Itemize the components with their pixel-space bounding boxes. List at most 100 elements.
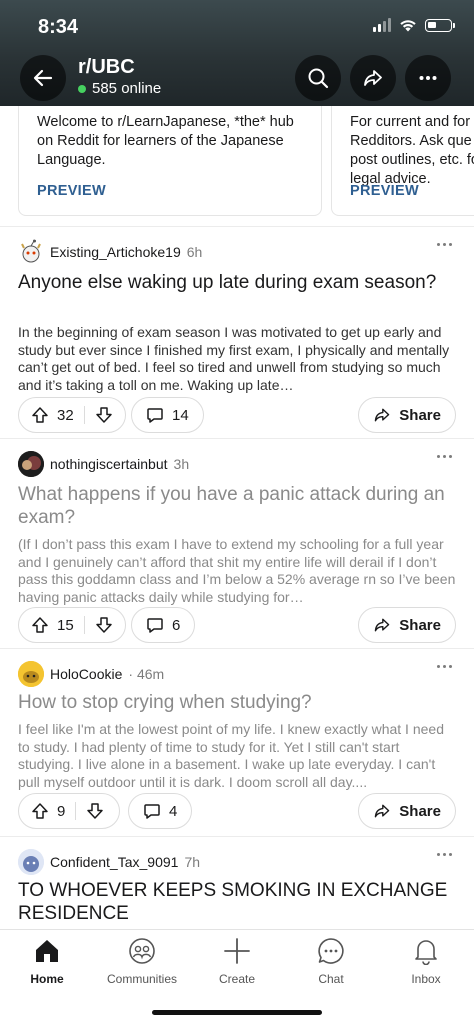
- tab-chat[interactable]: Chat: [284, 936, 378, 986]
- community-carousel[interactable]: Welcome to r/LearnJapanese, *the* hub on…: [0, 106, 474, 226]
- share-label: Share: [399, 406, 441, 424]
- post-more-button[interactable]: [437, 665, 452, 668]
- post-title[interactable]: TO WHOEVER KEEPS SMOKING IN EXCHANGE RES…: [18, 879, 458, 925]
- vote-count: 32: [57, 406, 74, 424]
- communities-icon: [129, 938, 155, 964]
- comment-icon: [147, 408, 163, 423]
- post-meta: HoloCookie · 46m: [18, 661, 164, 687]
- more-options-button[interactable]: [405, 55, 451, 101]
- battery-icon: [425, 18, 455, 32]
- home-indicator: [152, 1010, 322, 1015]
- card-description: Welcome to r/LearnJapanese, *the* hub on…: [37, 114, 294, 168]
- post-author[interactable]: Existing_Artichoke19: [50, 244, 181, 260]
- post-card[interactable]: Existing_Artichoke19 6h Anyone else waki…: [0, 226, 474, 438]
- share-subreddit-button[interactable]: [350, 55, 396, 101]
- chat-icon: [318, 938, 344, 964]
- search-icon: [308, 68, 329, 89]
- upvote-icon[interactable]: [31, 406, 49, 424]
- post-author[interactable]: nothingiscertainbut: [50, 456, 168, 472]
- profile-photo-icon: [18, 451, 44, 477]
- bell-icon: [415, 940, 437, 965]
- plus-icon: [224, 938, 250, 964]
- snoo-avatar-icon: [18, 661, 44, 687]
- home-icon: [36, 940, 58, 962]
- comment-count: 4: [169, 802, 178, 820]
- upvote-icon[interactable]: [31, 616, 49, 634]
- snoo-avatar-icon: [18, 849, 44, 875]
- community-card[interactable]: For current and for Redditors. Ask que p…: [331, 106, 474, 216]
- upvote-icon[interactable]: [31, 802, 49, 820]
- user-avatar[interactable]: [18, 849, 44, 875]
- comment-count: 6: [172, 616, 181, 634]
- share-icon: [364, 70, 382, 86]
- preview-link[interactable]: PREVIEW: [37, 183, 106, 199]
- status-icons: [373, 18, 455, 32]
- post-meta: Existing_Artichoke19 6h: [18, 239, 202, 265]
- community-card[interactable]: Welcome to r/LearnJapanese, *the* hub on…: [18, 106, 322, 216]
- downvote-icon[interactable]: [95, 406, 113, 424]
- online-count-text: 585 online: [92, 80, 162, 97]
- back-button[interactable]: [20, 55, 66, 101]
- search-button[interactable]: [295, 55, 341, 101]
- user-avatar[interactable]: [18, 451, 44, 477]
- tab-create[interactable]: Create: [190, 936, 284, 986]
- tab-home[interactable]: Home: [0, 936, 94, 986]
- subreddit-name[interactable]: r/UBC: [78, 56, 135, 79]
- post-time-value: 46m: [136, 666, 165, 682]
- user-avatar[interactable]: [18, 661, 44, 687]
- share-button[interactable]: Share: [358, 793, 456, 829]
- share-icon: [375, 618, 390, 632]
- vote-control: 32: [18, 397, 126, 433]
- preview-link[interactable]: PREVIEW: [350, 183, 419, 199]
- post-body[interactable]: I feel like I'm at the lowest point of m…: [18, 721, 458, 791]
- status-bar: 8:34: [0, 0, 474, 48]
- tab-label: Chat: [318, 972, 344, 986]
- share-button[interactable]: Share: [358, 397, 456, 433]
- post-actions: 15 6 Share: [18, 607, 456, 643]
- status-time: 8:34: [38, 16, 79, 38]
- vote-count: 9: [57, 802, 66, 820]
- post-meta: nothingiscertainbut 3h: [18, 451, 189, 477]
- subreddit-header: 8:34 r/UBC 585 online: [0, 0, 474, 106]
- comments-button[interactable]: 6: [131, 607, 196, 643]
- online-count: 585 online: [78, 80, 161, 97]
- post-author[interactable]: Confident_Tax_9091: [50, 854, 178, 870]
- post-actions: 32 14 Share: [18, 397, 456, 433]
- post-card[interactable]: HoloCookie · 46m How to stop crying when…: [0, 648, 474, 836]
- post-meta: Confident_Tax_9091 7h: [18, 849, 200, 875]
- post-time: 6h: [186, 244, 203, 260]
- post-more-button[interactable]: [437, 853, 452, 856]
- downvote-icon[interactable]: [86, 802, 104, 820]
- tab-inbox[interactable]: Inbox: [379, 936, 473, 986]
- post-title[interactable]: How to stop crying when studying?: [18, 691, 458, 714]
- share-label: Share: [399, 616, 441, 634]
- post-time: · 46m: [128, 666, 165, 682]
- wifi-icon: [400, 20, 416, 32]
- post-title[interactable]: Anyone else waking up late during exam s…: [18, 271, 458, 294]
- tab-label: Create: [218, 972, 256, 986]
- share-button[interactable]: Share: [358, 607, 456, 643]
- downvote-icon[interactable]: [95, 616, 113, 634]
- tab-communities[interactable]: Communities: [95, 936, 189, 986]
- post-card[interactable]: nothingiscertainbut 3h What happens if y…: [0, 438, 474, 648]
- tab-label: Communities: [106, 972, 178, 986]
- cellular-signal-icon: [373, 18, 391, 32]
- share-icon: [375, 408, 390, 422]
- post-title[interactable]: What happens if you have a panic attack …: [18, 483, 458, 529]
- comments-button[interactable]: 14: [131, 397, 204, 433]
- post-body[interactable]: (If I don’t pass this exam I have to ext…: [18, 536, 458, 606]
- tab-label: Inbox: [411, 972, 441, 986]
- post-more-button[interactable]: [437, 243, 452, 246]
- post-author[interactable]: HoloCookie: [50, 666, 122, 682]
- comments-button[interactable]: 4: [128, 793, 193, 829]
- post-more-button[interactable]: [437, 455, 452, 458]
- comment-icon: [144, 804, 160, 819]
- post-card[interactable]: Confident_Tax_9091 7h TO WHOEVER KEEPS S…: [0, 836, 474, 929]
- post-body[interactable]: In the beginning of exam season I was mo…: [18, 324, 458, 394]
- vote-count: 15: [57, 616, 74, 634]
- comment-count: 14: [172, 406, 189, 424]
- card-description: For current and for Redditors. Ask que p…: [350, 114, 474, 187]
- post-time: 3h: [173, 456, 190, 472]
- user-avatar[interactable]: [18, 239, 44, 265]
- tab-label: Home: [30, 972, 64, 986]
